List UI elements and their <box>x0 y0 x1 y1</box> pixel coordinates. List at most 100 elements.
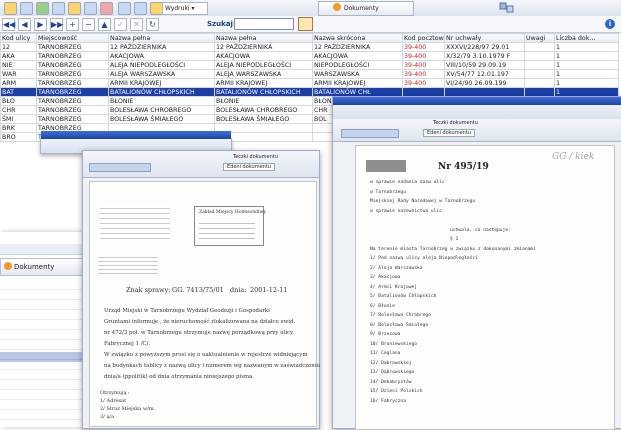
table-cell[interactable] <box>524 69 555 79</box>
table-cell[interactable]: CHR <box>0 105 37 115</box>
table-cell[interactable]: AKACJOWA <box>108 51 215 61</box>
table-cell[interactable]: 12 <box>0 42 37 52</box>
table-cell[interactable]: TARNOBRZEG <box>36 78 109 88</box>
table-cell[interactable]: BŁONIE <box>214 96 313 106</box>
properties-icon[interactable] <box>68 2 81 15</box>
table-cell[interactable]: ŚMI <box>0 114 37 124</box>
viewer-tab-label[interactable]: Teczki dokumentu <box>233 154 278 160</box>
table-cell[interactable] <box>524 78 555 88</box>
table-cell[interactable]: 39-400 <box>402 69 445 79</box>
table-cell[interactable]: 39-400 <box>402 78 445 88</box>
column-header[interactable]: Kod ulicy <box>0 33 37 43</box>
documents-tab[interactable]: Dokumenty <box>318 1 414 16</box>
prev-record-icon[interactable]: ◀ <box>18 18 31 31</box>
table-cell[interactable]: BATALIONÓW CHŁOPSKICH <box>214 87 313 97</box>
search-input[interactable] <box>234 18 294 30</box>
table-cell[interactable]: BAT <box>0 87 37 97</box>
table-cell[interactable]: NIEPODLEGŁOŚCI <box>312 60 403 70</box>
column-header[interactable]: Nr uchwały <box>444 33 525 43</box>
table-cell[interactable]: WAR <box>0 69 37 79</box>
column-header[interactable]: Nazwa skrócona <box>312 33 403 43</box>
table-cell[interactable]: BOLESŁAWA CHROBREGO <box>214 105 313 115</box>
info-icon[interactable]: i <box>605 19 615 29</box>
table-cell[interactable]: TARNOBRZEG <box>36 42 109 52</box>
table-cell[interactable]: ALEJA WARSZAWSKA <box>108 69 215 79</box>
table-cell[interactable]: BŁO <box>0 96 37 106</box>
table-cell[interactable]: X/32/79 3.10.1979 F <box>444 51 525 61</box>
table-cell[interactable]: 12 PAŹDZIERNIKA <box>108 42 215 52</box>
first-record-icon[interactable]: ◀◀ <box>2 18 15 31</box>
resolution-tools-icon[interactable] <box>341 129 399 138</box>
table-cell[interactable]: 1 <box>554 51 619 61</box>
table-cell[interactable]: 1 <box>554 78 619 88</box>
table-cell[interactable]: 39-400 <box>402 60 445 70</box>
save-icon[interactable] <box>20 2 33 15</box>
column-header[interactable]: Kod pocztowy <box>402 33 445 43</box>
window-controls-icon[interactable] <box>498 1 516 14</box>
table-row[interactable]: AKA TARNOBRZEG AKACJOWA AKACJOWA AKACJOWA 39-… <box>0 51 619 61</box>
table-row[interactable]: NIE TARNOBRZEG ALEJA NIEPODLEGŁOŚCI ALEJA N… <box>0 60 619 70</box>
table-row[interactable]: ARM TARNOBRZEG ARMII KRAJOWEJ ARMII KRAJOWE… <box>0 78 619 88</box>
table-cell[interactable]: 1 <box>554 60 619 70</box>
column-header[interactable]: Nazwa pełna <box>108 33 215 43</box>
table-cell[interactable]: AKACJOWA <box>312 51 403 61</box>
table-cell[interactable]: TARNOBRZEG <box>36 69 109 79</box>
add-record-icon[interactable]: + <box>66 18 79 31</box>
table-cell[interactable]: 1 <box>554 69 619 79</box>
table-cell[interactable]: 1 <box>554 42 619 52</box>
refresh-data-icon[interactable]: ↻ <box>146 18 159 31</box>
refresh-icon[interactable] <box>36 2 49 15</box>
table-cell[interactable]: BRK <box>0 123 37 133</box>
export-icon[interactable] <box>134 2 147 15</box>
table-cell[interactable]: NIE <box>0 60 37 70</box>
grid-icon[interactable] <box>84 2 97 15</box>
table-row[interactable]: WAR TARNOBRZEG ALEJA WARSZAWSKA ALEJA WARSZ… <box>0 69 619 79</box>
copy-icon[interactable] <box>118 2 131 15</box>
viewer-edit-label[interactable]: Edeni dokumentu <box>223 163 275 171</box>
table-cell[interactable]: AKA <box>0 51 37 61</box>
table-cell[interactable] <box>524 51 555 61</box>
column-header[interactable]: Miejscowość <box>36 33 109 43</box>
table-cell[interactable]: 12 PAŹDZIERNIKA <box>312 42 403 52</box>
table-cell[interactable]: 39-400 <box>402 51 445 61</box>
column-header[interactable]: Nazwa pełna <box>214 33 313 43</box>
table-cell[interactable] <box>524 60 555 70</box>
table-cell[interactable]: BŁONIE <box>108 96 215 106</box>
resolution-edit-label[interactable]: Edeni dokumentu <box>423 129 475 137</box>
table-cell[interactable]: BOLESŁAWA ŚMIAŁEGO <box>214 114 313 124</box>
resolution-tab-label[interactable]: Teczki dokumentu <box>433 120 478 126</box>
next-record-icon[interactable]: ▶ <box>34 18 47 31</box>
table-cell[interactable]: TARNOBRZEG <box>36 60 109 70</box>
column-header[interactable]: Liczba dok... <box>554 33 619 43</box>
table-cell[interactable]: ALEJA NIEPODLEGŁOŚCI <box>108 60 215 70</box>
table-cell[interactable]: 12 PAŹDZIERNIKA <box>214 42 313 52</box>
table-cell[interactable] <box>524 42 555 52</box>
table-cell[interactable]: ARMII KRAJOWEJ <box>214 78 313 88</box>
table-cell[interactable]: ALEJA NIEPODLEGŁOŚCI <box>214 60 313 70</box>
filter-icon[interactable] <box>52 2 65 15</box>
table-cell[interactable]: BATALIONÓW CHŁOPSKICH <box>108 87 215 97</box>
table-cell[interactable]: BOLESŁAWA CHROBREGO <box>108 105 215 115</box>
table-cell[interactable]: BRO <box>0 132 37 142</box>
cancel-record-icon[interactable]: ✕ <box>130 18 143 31</box>
table-cell[interactable]: TARNOBRZEG <box>36 114 109 124</box>
table-cell[interactable]: XXXVI/228/97 29.01 <box>444 42 525 52</box>
table-cell[interactable]: ALEJA WARSZAWSKA <box>214 69 313 79</box>
table-cell[interactable]: TARNOBRZEG <box>36 96 109 106</box>
table-cell[interactable]: ARMII KRAJOWEJ <box>108 78 215 88</box>
table-cell[interactable]: ARMII KRAJOWEJ <box>312 78 403 88</box>
edit-record-icon[interactable]: ▲ <box>98 18 111 31</box>
table-cell[interactable]: 39-400 <box>402 42 445 52</box>
last-record-icon[interactable]: ▶▶ <box>50 18 63 31</box>
viewer-tools-icon[interactable] <box>89 163 151 172</box>
column-header[interactable]: Uwagi <box>524 33 555 43</box>
table-cell[interactable]: XV/54/77 12.01.197 <box>444 69 525 79</box>
table-cell[interactable]: TARNOBRZEG <box>36 87 109 97</box>
print-menu[interactable]: Wydruki ▾ <box>162 2 208 15</box>
table-cell[interactable]: VIII/10/59 29.09.19 <box>444 60 525 70</box>
table-cell[interactable]: AKACJOWA <box>214 51 313 61</box>
delete-record-icon[interactable]: − <box>82 18 95 31</box>
table-cell[interactable]: WARSZAWSKA <box>312 69 403 79</box>
table-row[interactable]: 12 TARNOBRZEG 12 PAŹDZIERNIKA 12 PAŹDZIERNI… <box>0 42 619 52</box>
table-cell[interactable]: TARNOBRZEG <box>36 105 109 115</box>
